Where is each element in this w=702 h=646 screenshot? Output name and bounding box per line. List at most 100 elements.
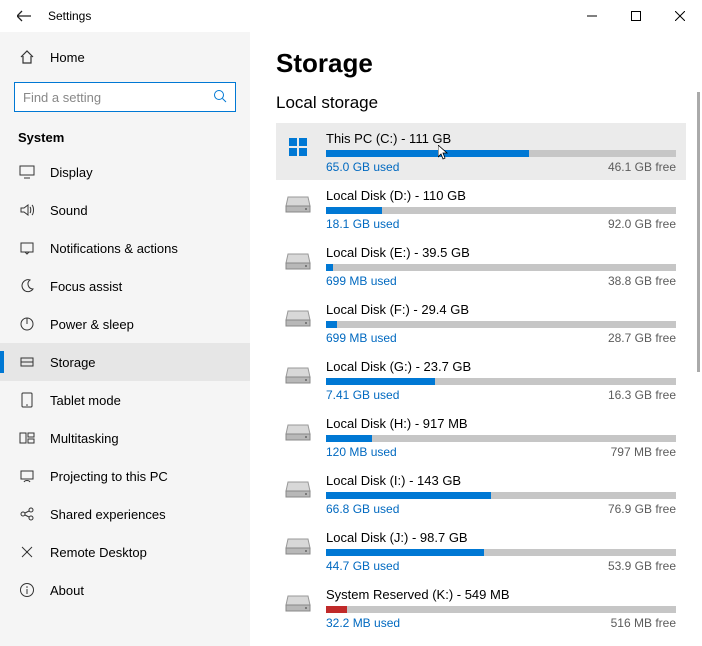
group-label-system: System [0, 122, 250, 153]
used-label: 32.2 MB used [326, 616, 400, 630]
drive-name: This PC (C:) - 111 GB [326, 131, 676, 146]
focus-icon [18, 277, 36, 295]
drive-item[interactable]: Local Disk (F:) - 29.4 GB 699 MB used 28.7… [276, 294, 686, 351]
power-icon [18, 315, 36, 333]
free-label: 516 MB free [611, 616, 676, 630]
usage-bar [326, 321, 676, 328]
scrollbar-thumb[interactable] [697, 92, 700, 372]
free-label: 797 MB free [611, 445, 676, 459]
multitasking-icon [18, 429, 36, 447]
sidebar-item-sound[interactable]: Sound [0, 191, 250, 229]
hdd-icon [284, 589, 312, 617]
nav-label: About [50, 583, 84, 598]
used-label: 699 MB used [326, 331, 397, 345]
nav-label: Focus assist [50, 279, 122, 294]
minimize-button[interactable] [570, 0, 614, 32]
projecting-icon [18, 467, 36, 485]
used-label: 699 MB used [326, 274, 397, 288]
drive-item[interactable]: Local Disk (E:) - 39.5 GB 699 MB used 38.8… [276, 237, 686, 294]
sidebar-item-storage[interactable]: Storage [0, 343, 250, 381]
nav-label: Projecting to this PC [50, 469, 168, 484]
hdd-icon [284, 190, 312, 218]
home-label: Home [50, 50, 85, 65]
content-pane: Storage Local storage This PC (C:) - 111… [250, 32, 702, 646]
window-controls [570, 0, 702, 32]
used-label: 44.7 GB used [326, 559, 399, 573]
sidebar-item-multitasking[interactable]: Multitasking [0, 419, 250, 457]
free-label: 38.8 GB free [608, 274, 676, 288]
search-input[interactable] [23, 83, 207, 111]
free-label: 76.9 GB free [608, 502, 676, 516]
drive-name: Local Disk (J:) - 98.7 GB [326, 530, 676, 545]
display-icon [18, 163, 36, 181]
tablet-icon [18, 391, 36, 409]
usage-bar [326, 150, 676, 157]
free-label: 92.0 GB free [608, 217, 676, 231]
used-label: 7.41 GB used [326, 388, 399, 402]
drive-name: Local Disk (G:) - 23.7 GB [326, 359, 676, 374]
sidebar-item-shared-experiences[interactable]: Shared experiences [0, 495, 250, 533]
usage-bar [326, 378, 676, 385]
usage-bar [326, 606, 676, 613]
titlebar: Settings [0, 0, 702, 32]
search-box[interactable] [14, 82, 236, 112]
window-title: Settings [48, 9, 91, 23]
page-heading: Storage [276, 48, 686, 79]
nav-label: Multitasking [50, 431, 119, 446]
about-icon [18, 581, 36, 599]
maximize-button[interactable] [614, 0, 658, 32]
hdd-icon [284, 532, 312, 560]
free-label: 16.3 GB free [608, 388, 676, 402]
sidebar-item-tablet-mode[interactable]: Tablet mode [0, 381, 250, 419]
drive-item[interactable]: Local Disk (D:) - 110 GB 18.1 GB used 92.0… [276, 180, 686, 237]
nav-label: Power & sleep [50, 317, 134, 332]
nav-label: Display [50, 165, 93, 180]
sidebar: Home System Display Sound Notifications & … [0, 32, 250, 646]
sidebar-item-power-sleep[interactable]: Power & sleep [0, 305, 250, 343]
hdd-icon [284, 361, 312, 389]
close-button[interactable] [658, 0, 702, 32]
drive-item[interactable]: Local Disk (G:) - 23.7 GB 7.41 GB used 16.… [276, 351, 686, 408]
hdd-icon [284, 304, 312, 332]
used-label: 65.0 GB used [326, 160, 399, 174]
storage-icon [18, 353, 36, 371]
sidebar-item-projecting-to-this-pc[interactable]: Projecting to this PC [0, 457, 250, 495]
sidebar-item-about[interactable]: About [0, 571, 250, 609]
usage-bar [326, 435, 676, 442]
section-heading: Local storage [276, 93, 686, 113]
drive-name: Local Disk (E:) - 39.5 GB [326, 245, 676, 260]
drive-item[interactable]: This PC (C:) - 111 GB 65.0 GB used 46.1 GB… [276, 123, 686, 180]
drive-item[interactable]: Local Disk (H:) - 917 MB120 MB used797 M… [276, 408, 686, 465]
drive-name: Local Disk (D:) - 110 GB [326, 188, 676, 203]
free-label: 53.9 GB free [608, 559, 676, 573]
usage-bar [326, 492, 676, 499]
drive-item[interactable]: Local Disk (I:) - 143 GB66.8 GB used76.9… [276, 465, 686, 522]
usage-bar [326, 549, 676, 556]
search-icon [213, 89, 227, 106]
usage-bar [326, 264, 676, 271]
drive-name: System Reserved (K:) - 549 MB [326, 587, 676, 602]
sidebar-item-display[interactable]: Display [0, 153, 250, 191]
free-label: 46.1 GB free [608, 160, 676, 174]
sound-icon [18, 201, 36, 219]
sidebar-item-notifications-actions[interactable]: Notifications & actions [0, 229, 250, 267]
drive-item[interactable]: System Reserved (K:) - 549 MB 32.2 MB use… [276, 579, 686, 636]
sidebar-item-focus-assist[interactable]: Focus assist [0, 267, 250, 305]
notifications-icon [18, 239, 36, 257]
nav-label: Storage [50, 355, 96, 370]
drive-name: Local Disk (H:) - 917 MB [326, 416, 676, 431]
hdd-icon [284, 475, 312, 503]
sidebar-item-remote-desktop[interactable]: Remote Desktop [0, 533, 250, 571]
nav-label: Sound [50, 203, 88, 218]
free-label: 28.7 GB free [608, 331, 676, 345]
drive-item[interactable]: Local Disk (J:) - 98.7 GB 44.7 GB used 53.… [276, 522, 686, 579]
back-button[interactable] [8, 9, 40, 23]
hdd-icon [284, 247, 312, 275]
usage-bar [326, 207, 676, 214]
drive-name: Local Disk (I:) - 143 GB [326, 473, 676, 488]
windows-drive-icon [284, 133, 312, 161]
drive-name: Local Disk (F:) - 29.4 GB [326, 302, 676, 317]
used-label: 18.1 GB used [326, 217, 399, 231]
home-icon [18, 48, 36, 66]
home-nav-item[interactable]: Home [0, 38, 250, 76]
